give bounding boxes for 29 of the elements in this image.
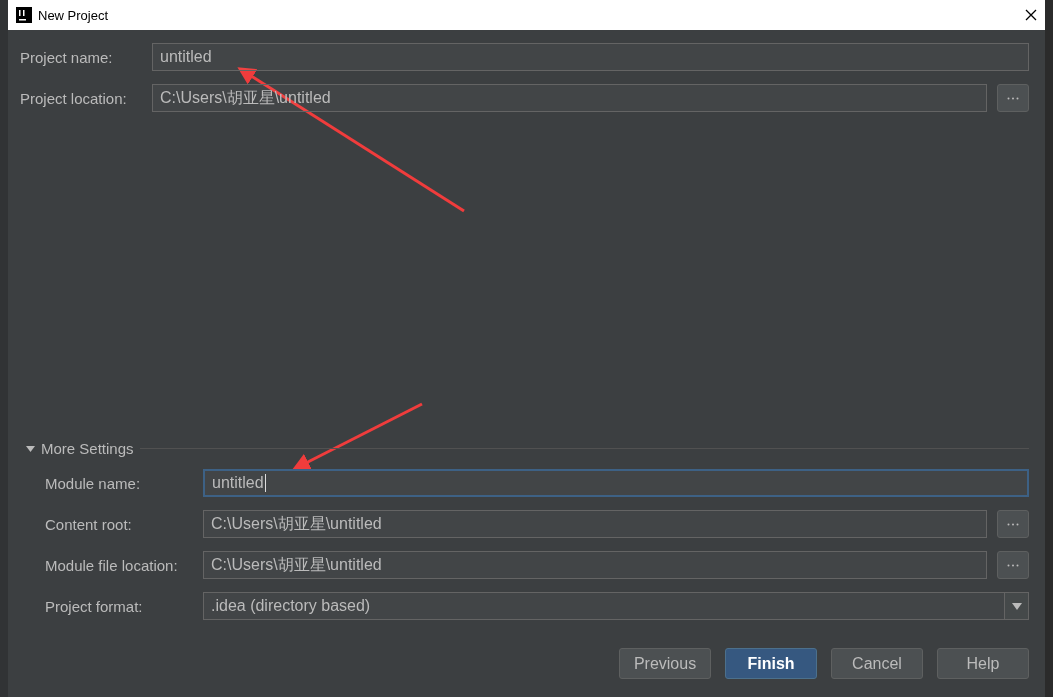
text-cursor [264,474,266,492]
text-field[interactable]: untitled [152,43,1029,71]
app-logo-icon [16,7,32,23]
dialog-button[interactable]: Help [937,648,1029,679]
field-label: Project format: [45,597,144,615]
browse-button[interactable] [997,84,1029,112]
field-label: Module name: [45,474,142,492]
ellipsis-icon [1007,563,1019,567]
window-title: New Project [38,7,110,23]
field-label: Module file location: [45,556,179,574]
dialog-button[interactable]: Cancel [831,648,923,679]
more-settings-toggle[interactable]: More Settings [20,440,134,457]
browse-button[interactable] [997,551,1029,579]
caret-down-icon [1011,602,1022,610]
field-label: Project name: [20,48,114,66]
close-icon[interactable] [1025,9,1037,21]
project-format-dropdown[interactable]: .idea (directory based) [203,592,1005,620]
text-field[interactable]: untitled [203,469,1029,497]
browse-button[interactable] [997,510,1029,538]
field-label: Project location: [20,89,128,107]
caret-down-icon [26,444,35,453]
field-label: Content root: [45,515,133,533]
ellipsis-icon [1007,522,1019,526]
text-field[interactable]: C:\Users\胡亚星\untitled [203,510,987,538]
text-field[interactable]: C:\Users\胡亚星\untitled [203,551,987,579]
dropdown-button[interactable] [1005,592,1029,620]
ellipsis-icon [1007,96,1019,100]
dialog-button[interactable]: Finish [725,648,817,679]
dialog-button[interactable]: Previous [619,648,711,679]
